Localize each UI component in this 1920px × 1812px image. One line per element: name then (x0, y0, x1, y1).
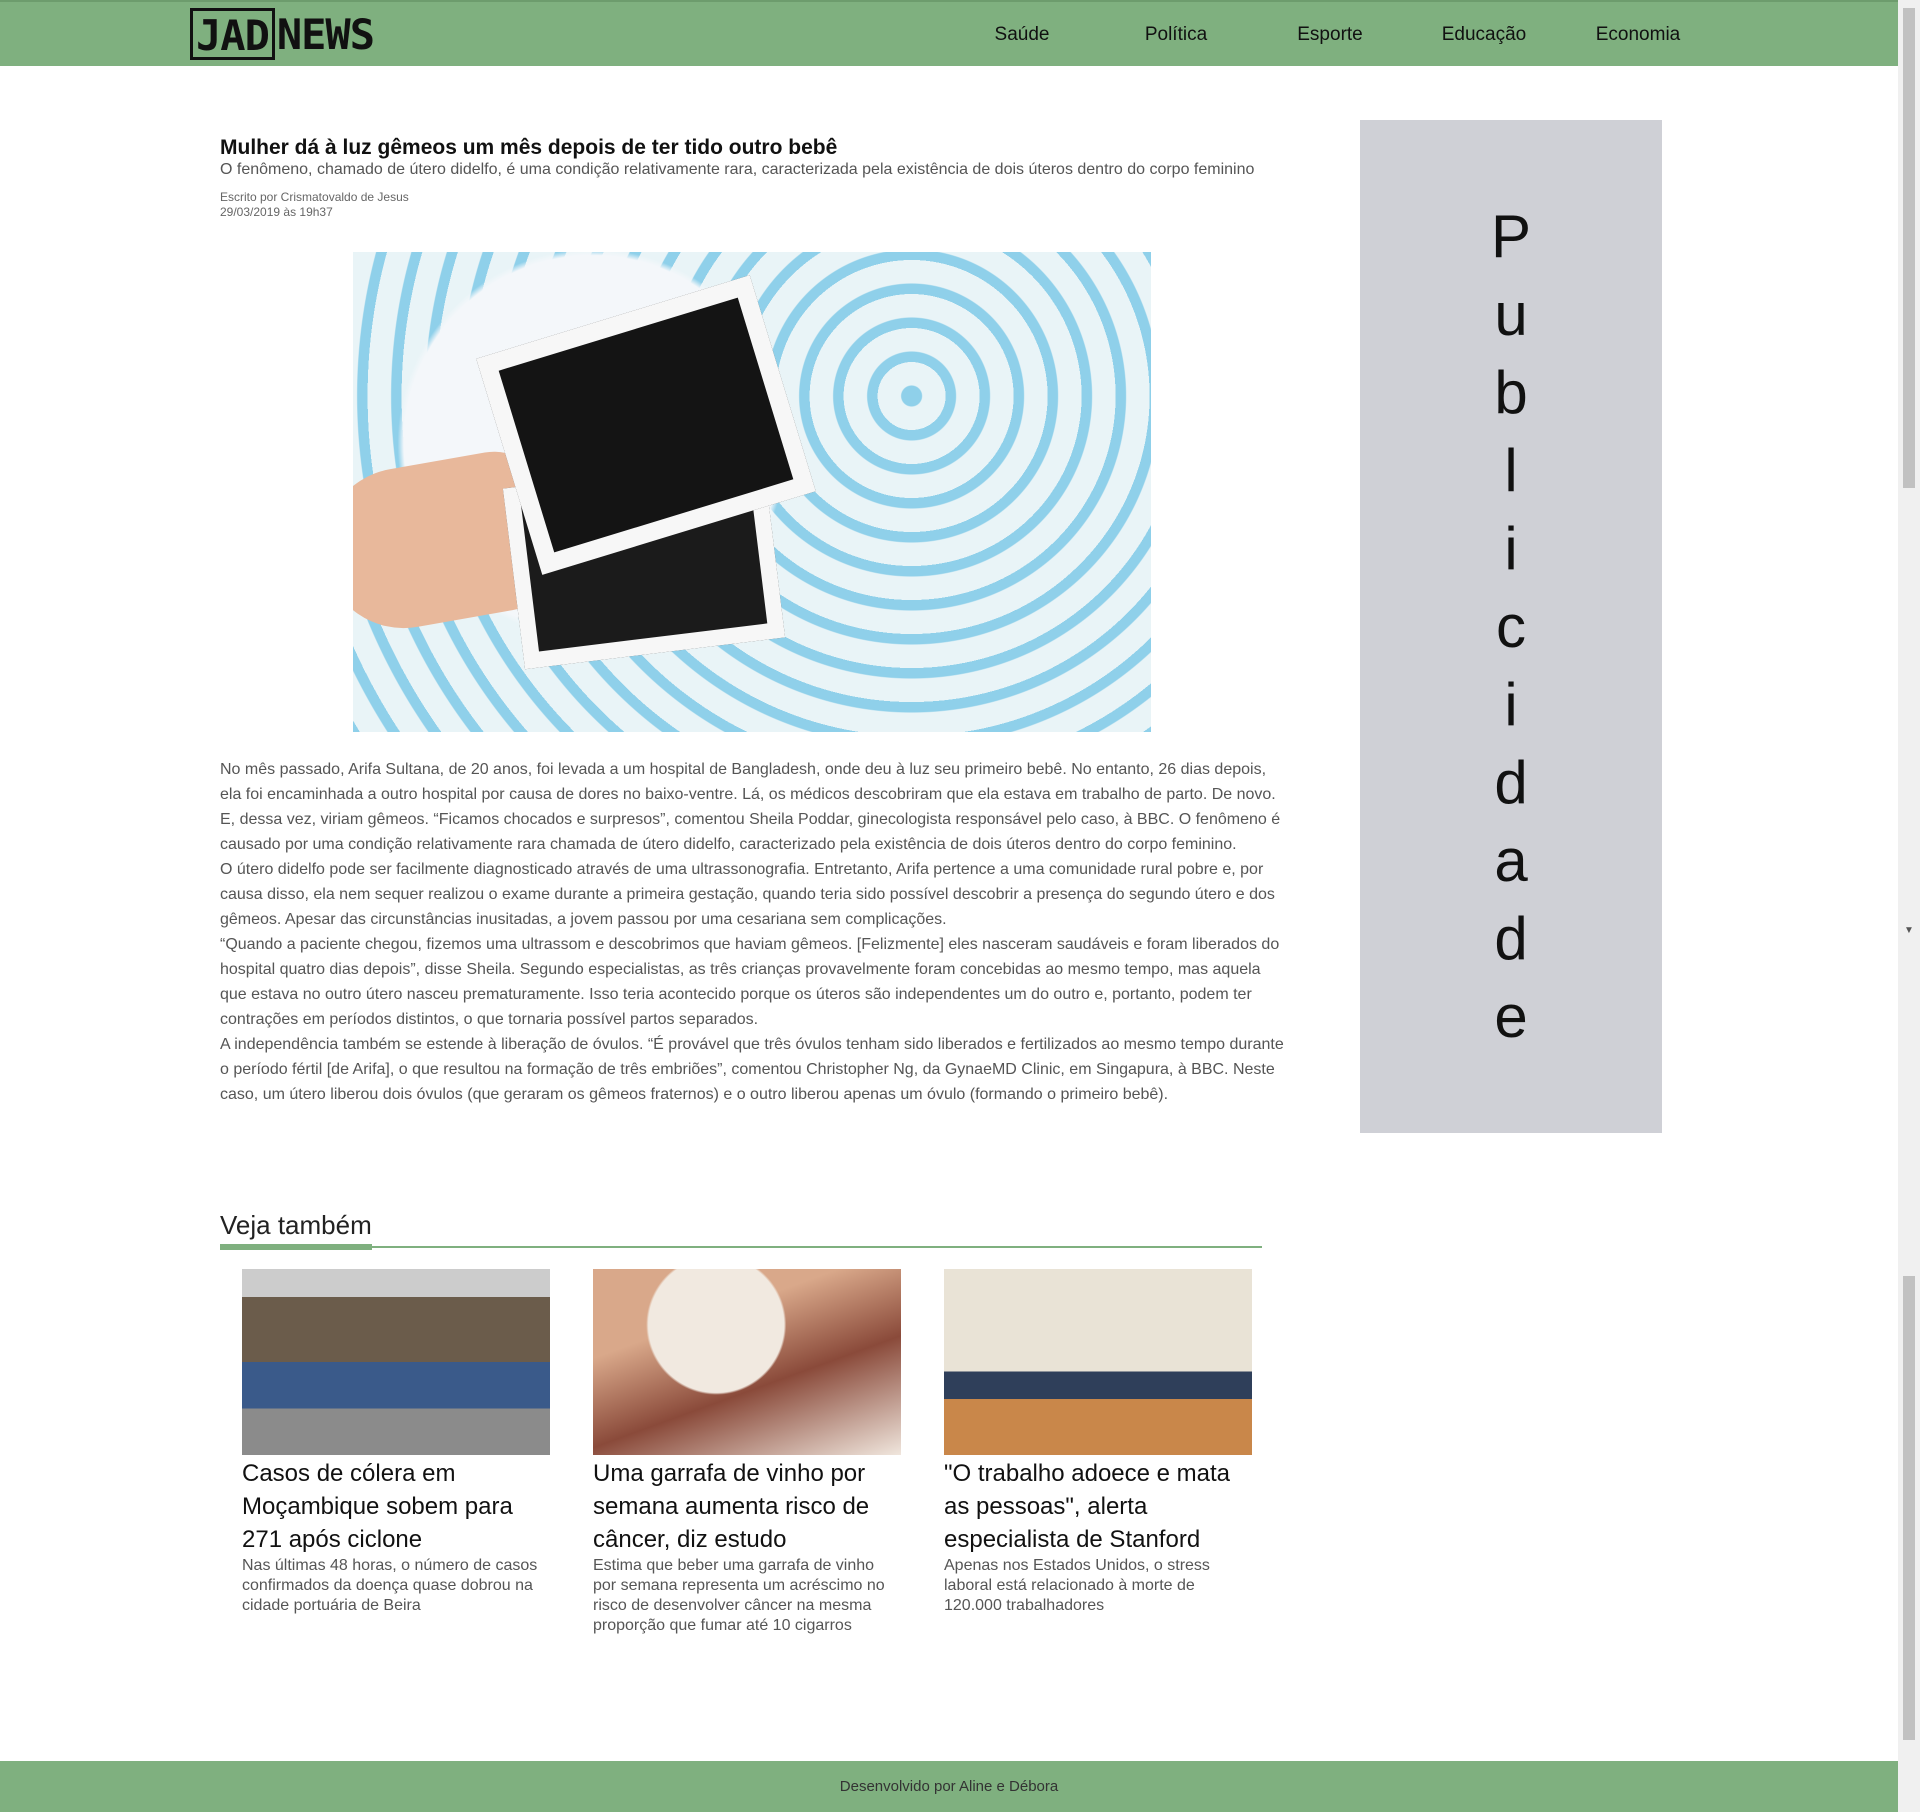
see-also-title: Veja também (220, 1208, 372, 1250)
article-paragraph: “Quando a paciente chegou, fizemos uma u… (220, 936, 1280, 1028)
top-navigation-bar: JAD NEWS Saúde Política Esporte Educação … (0, 0, 1898, 66)
scroll-down-arrow-icon[interactable]: ▼ (1904, 925, 1914, 936)
logo-text: NEWS (276, 9, 375, 59)
nav-link-saude[interactable]: Saúde (995, 24, 1050, 46)
article-title: Mulher dá à luz gêmeos um mês depois de … (220, 136, 838, 159)
article-author: Escrito por Crismatovaldo de Jesus (220, 190, 409, 204)
article-subtitle: O fenômeno, chamado de útero didelfo, é … (220, 161, 1255, 178)
news-card-summary: Nas últimas 48 horas, o número de casos … (242, 1557, 538, 1614)
news-card-headline[interactable]: Casos de cólera em Moçambique sobem para… (242, 1457, 550, 1556)
footer-credits: Desenvolvido por Aline e Débora (839, 1778, 1059, 1795)
see-also-cards: Casos de cólera em Moçambique sobem para… (242, 1269, 1272, 1649)
nav-link-educacao[interactable]: Educação (1442, 24, 1527, 46)
scrollbar-thumb-secondary[interactable] (1903, 1276, 1915, 1740)
news-card-summary: Apenas nos Estados Unidos, o stress labo… (944, 1557, 1210, 1614)
article-paragraph: O útero didelfo pode ser facilmente diag… (220, 861, 1275, 928)
ad-label-letter: a (1494, 826, 1528, 894)
news-card[interactable]: Uma garrafa de vinho por semana aumenta … (593, 1269, 901, 1636)
news-card-headline[interactable]: Uma garrafa de vinho por semana aumenta … (593, 1457, 901, 1556)
nav-link-esporte[interactable]: Esporte (1297, 24, 1362, 46)
article-header: Mulher dá à luz gêmeos um mês depois de … (220, 134, 1285, 220)
ad-label-letter: u (1494, 280, 1528, 348)
ad-label-letter: e (1494, 982, 1528, 1050)
ad-label-letter: d (1494, 904, 1528, 972)
article-hero-image (353, 252, 1151, 732)
ad-label-letter: i (1504, 514, 1518, 582)
nav-link-politica[interactable]: Política (1145, 24, 1207, 46)
article-paragraph: A independência também se estende à libe… (220, 1036, 1284, 1103)
ad-label-letter: b (1494, 358, 1528, 426)
ad-label-letter: d (1494, 748, 1528, 816)
nav-link-economia[interactable]: Economia (1596, 24, 1681, 46)
ad-banner[interactable]: Publicidade (1360, 120, 1662, 1133)
news-card-image[interactable] (593, 1269, 901, 1455)
site-logo[interactable]: JAD NEWS (190, 5, 375, 63)
news-card-summary: Estima que beber uma garrafa de vinho po… (593, 1557, 885, 1634)
news-card-headline[interactable]: "O trabalho adoece e mata as pessoas", a… (944, 1457, 1252, 1556)
ad-label-letter: P (1490, 202, 1532, 270)
news-card-image[interactable] (242, 1269, 550, 1455)
ad-label-letter: l (1504, 436, 1518, 504)
news-card[interactable]: "O trabalho adoece e mata as pessoas", a… (944, 1269, 1252, 1616)
footer: Desenvolvido por Aline e Débora (0, 1761, 1898, 1812)
ad-label-letter: i (1504, 670, 1518, 738)
ad-label-letter: c (1496, 592, 1526, 660)
article-meta: Escrito por Crismatovaldo de Jesus 29/03… (220, 190, 1285, 220)
see-also-divider (220, 1246, 1262, 1248)
vertical-scrollbar[interactable]: ▼ (1898, 0, 1920, 1812)
article-body: No mês passado, Arifa Sultana, de 20 ano… (220, 757, 1285, 1107)
news-card-image[interactable] (944, 1269, 1252, 1455)
news-card[interactable]: Casos de cólera em Moçambique sobem para… (242, 1269, 550, 1616)
scrollbar-thumb[interactable] (1903, 8, 1915, 488)
article-paragraph: No mês passado, Arifa Sultana, de 20 ano… (220, 761, 1281, 853)
article-date: 29/03/2019 às 19h37 (220, 205, 333, 219)
see-also-section: Veja também Casos de cólera em Moçambiqu… (220, 1208, 1262, 1634)
logo-boxed-text: JAD (190, 8, 275, 60)
